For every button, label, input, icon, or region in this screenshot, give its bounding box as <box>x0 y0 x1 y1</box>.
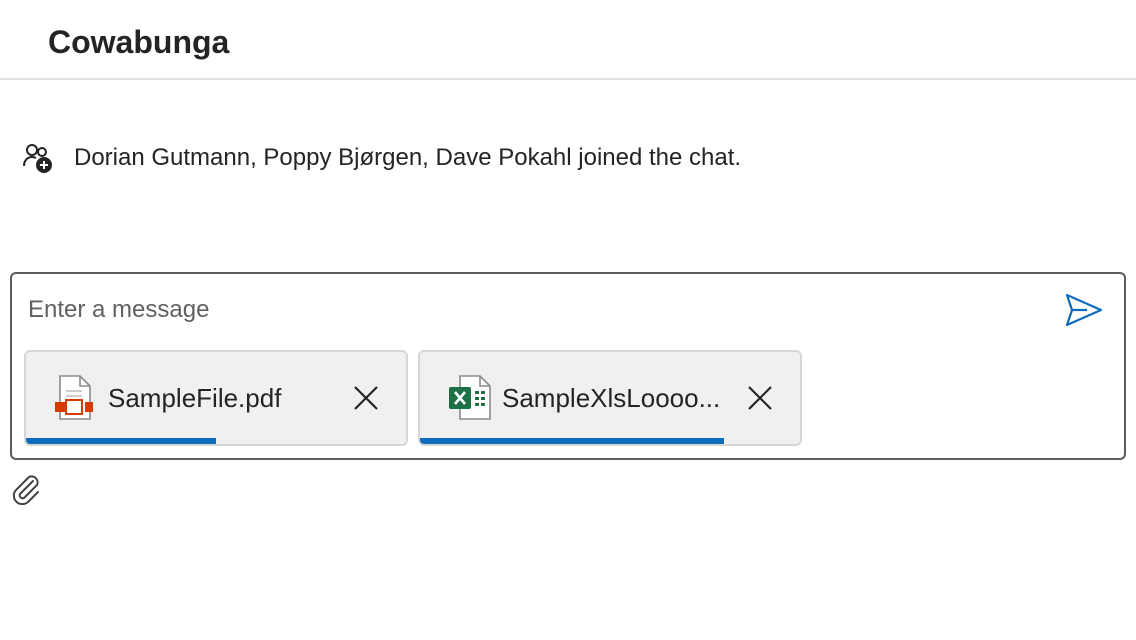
upload-progress-fill <box>26 438 216 444</box>
excel-file-icon <box>448 375 491 421</box>
remove-attachment-button[interactable] <box>350 382 382 414</box>
upload-progress-bar <box>420 438 800 444</box>
upload-progress-fill <box>420 438 724 444</box>
close-icon <box>354 386 378 410</box>
attachment-card[interactable]: SampleFile.pdf <box>24 350 408 446</box>
system-message: Dorian Gutmann, Poppy Bjørgen, Dave Poka… <box>22 140 741 176</box>
pdf-file-icon <box>54 375 94 421</box>
upload-progress-bar <box>26 438 406 444</box>
paperclip-icon <box>11 473 41 510</box>
chat-title: Cowabunga <box>48 24 230 60</box>
attachment-name: SampleFile.pdf <box>108 382 282 413</box>
attach-file-button[interactable] <box>10 474 42 508</box>
message-composer: SampleFile.pdf <box>10 272 1126 460</box>
chat-header: Cowabunga <box>0 0 1136 80</box>
send-icon <box>1065 293 1103 332</box>
send-button[interactable] <box>1064 292 1104 332</box>
people-add-icon <box>22 142 54 174</box>
message-input[interactable] <box>28 290 1028 330</box>
remove-attachment-button[interactable] <box>744 382 776 414</box>
close-icon <box>748 386 772 410</box>
attachment-name: SampleXlsLoooo... <box>502 382 721 413</box>
attachment-card[interactable]: SampleXlsLoooo... <box>418 350 802 446</box>
attachment-list: SampleFile.pdf SampleXlsLoooo... <box>24 350 802 446</box>
system-message-text: Dorian Gutmann, Poppy Bjørgen, Dave Poka… <box>74 144 742 171</box>
